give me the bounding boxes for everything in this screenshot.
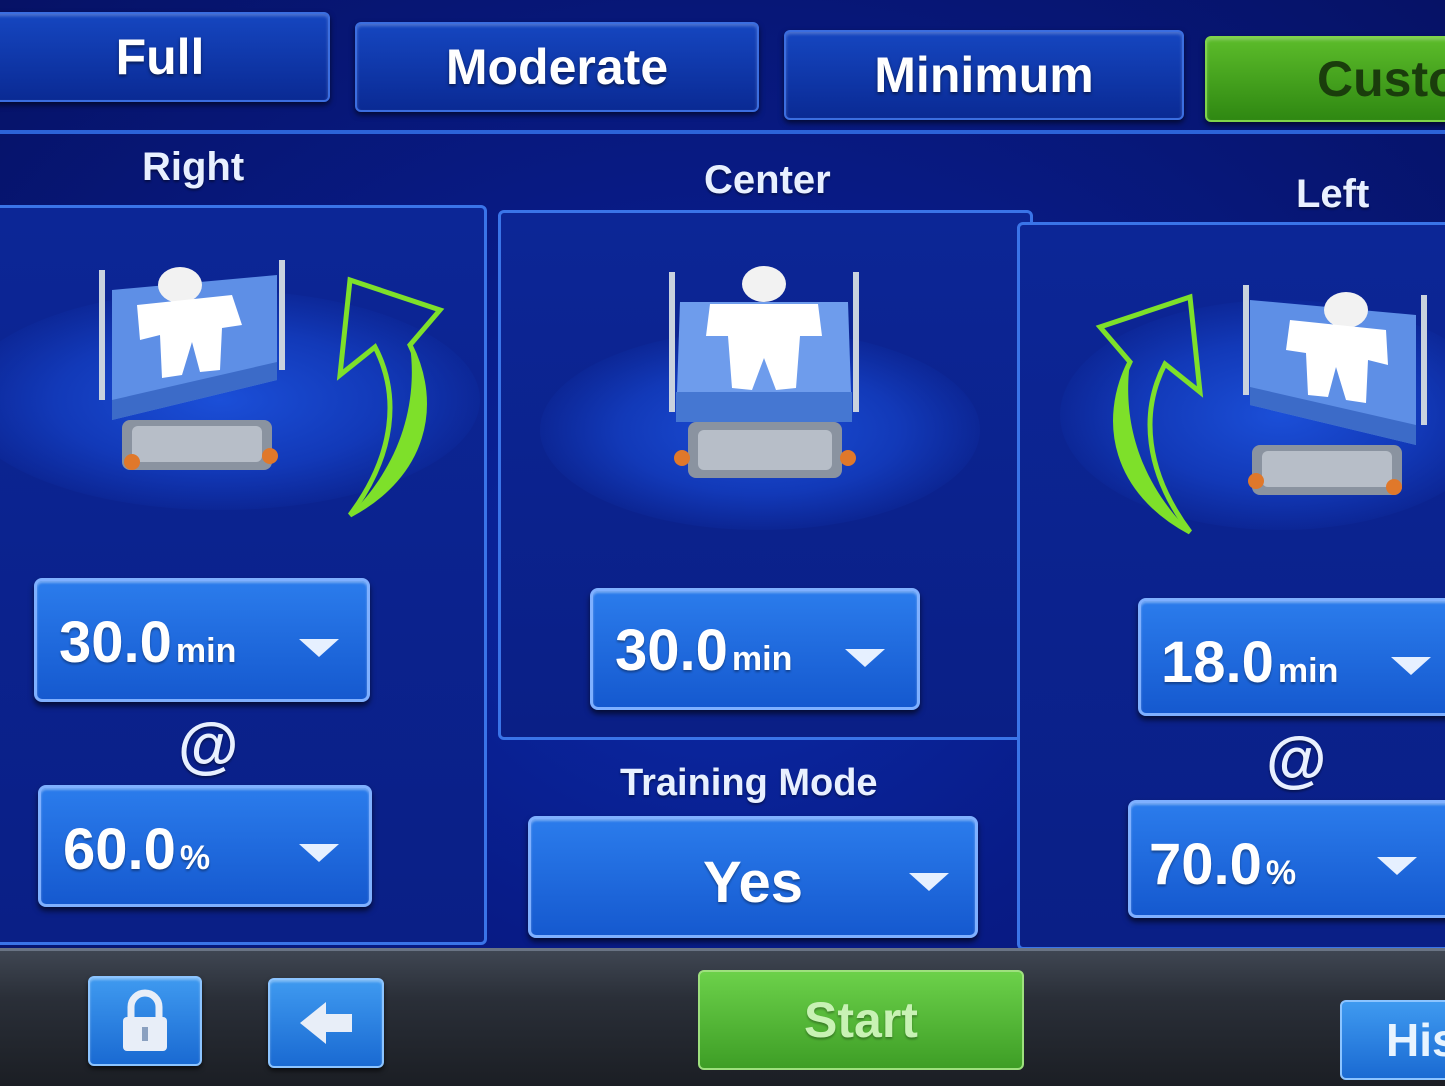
left-angle-dropdown[interactable]: 70.0% <box>1128 800 1445 918</box>
bed-left-tilt-icon <box>1243 285 1427 495</box>
left-angle-unit: % <box>1265 854 1297 892</box>
bed-right-tilt-icon <box>99 260 285 470</box>
start-button[interactable]: Start <box>698 970 1024 1070</box>
tab-minimum-label: Minimum <box>874 47 1094 103</box>
bed-center-icon <box>669 266 859 478</box>
left-duration-unit: min <box>1277 652 1339 690</box>
tab-custom[interactable]: Custo <box>1205 36 1445 122</box>
chevron-down-icon <box>299 639 339 657</box>
tab-full[interactable]: Full <box>0 12 330 102</box>
turn-assist-screen: Full Moderate Minimum Custo Right Center… <box>0 0 1445 1086</box>
left-angle-value: 70.0 <box>1149 832 1262 897</box>
divider <box>0 130 1445 134</box>
right-angle-value: 60.0 <box>63 817 176 882</box>
chevron-down-icon <box>909 873 949 891</box>
training-mode-label: Training Mode <box>620 762 878 804</box>
center-duration-dropdown[interactable]: 30.0 min <box>590 588 920 710</box>
history-label: His <box>1386 1014 1445 1066</box>
right-column-label: Right <box>142 145 245 189</box>
right-turn-arrow-icon <box>336 276 445 518</box>
back-arrow-icon <box>300 1002 352 1044</box>
right-duration-value: 30.0 <box>59 610 172 675</box>
chevron-down-icon <box>1391 657 1431 675</box>
center-duration-unit: min <box>731 640 793 678</box>
chevron-down-icon <box>299 844 339 862</box>
training-mode-value: Yes <box>703 850 803 915</box>
center-column-label: Center <box>704 158 831 202</box>
training-mode-dropdown[interactable]: Yes <box>528 816 978 938</box>
lock-icon <box>123 989 167 1051</box>
tab-full-label: Full <box>115 29 205 85</box>
tab-minimum[interactable]: Minimum <box>784 30 1184 120</box>
right-at-symbol: @ <box>178 711 239 780</box>
left-column-label: Left <box>1296 172 1370 216</box>
right-angle-unit: % <box>179 839 211 877</box>
center-duration-value: 30.0 <box>615 618 728 683</box>
right-angle-dropdown[interactable]: 60.0% <box>38 785 372 907</box>
left-turn-arrow-icon <box>1095 293 1204 535</box>
tab-moderate-label: Moderate <box>445 39 669 95</box>
tab-custom-label: Custo <box>1317 51 1445 107</box>
tab-moderate[interactable]: Moderate <box>355 22 759 112</box>
back-button[interactable] <box>268 978 384 1068</box>
left-duration-dropdown[interactable]: 18.0 min <box>1138 598 1445 716</box>
chevron-down-icon <box>1377 857 1417 875</box>
right-duration-dropdown[interactable]: 30.0 min <box>34 578 370 702</box>
right-duration-unit: min <box>175 632 237 670</box>
lock-button[interactable] <box>88 976 202 1066</box>
start-label: Start <box>804 992 918 1048</box>
chevron-down-icon <box>845 649 885 667</box>
history-button[interactable]: His <box>1340 1000 1445 1080</box>
left-duration-value: 18.0 <box>1161 630 1274 695</box>
left-at-symbol: @ <box>1266 725 1327 794</box>
